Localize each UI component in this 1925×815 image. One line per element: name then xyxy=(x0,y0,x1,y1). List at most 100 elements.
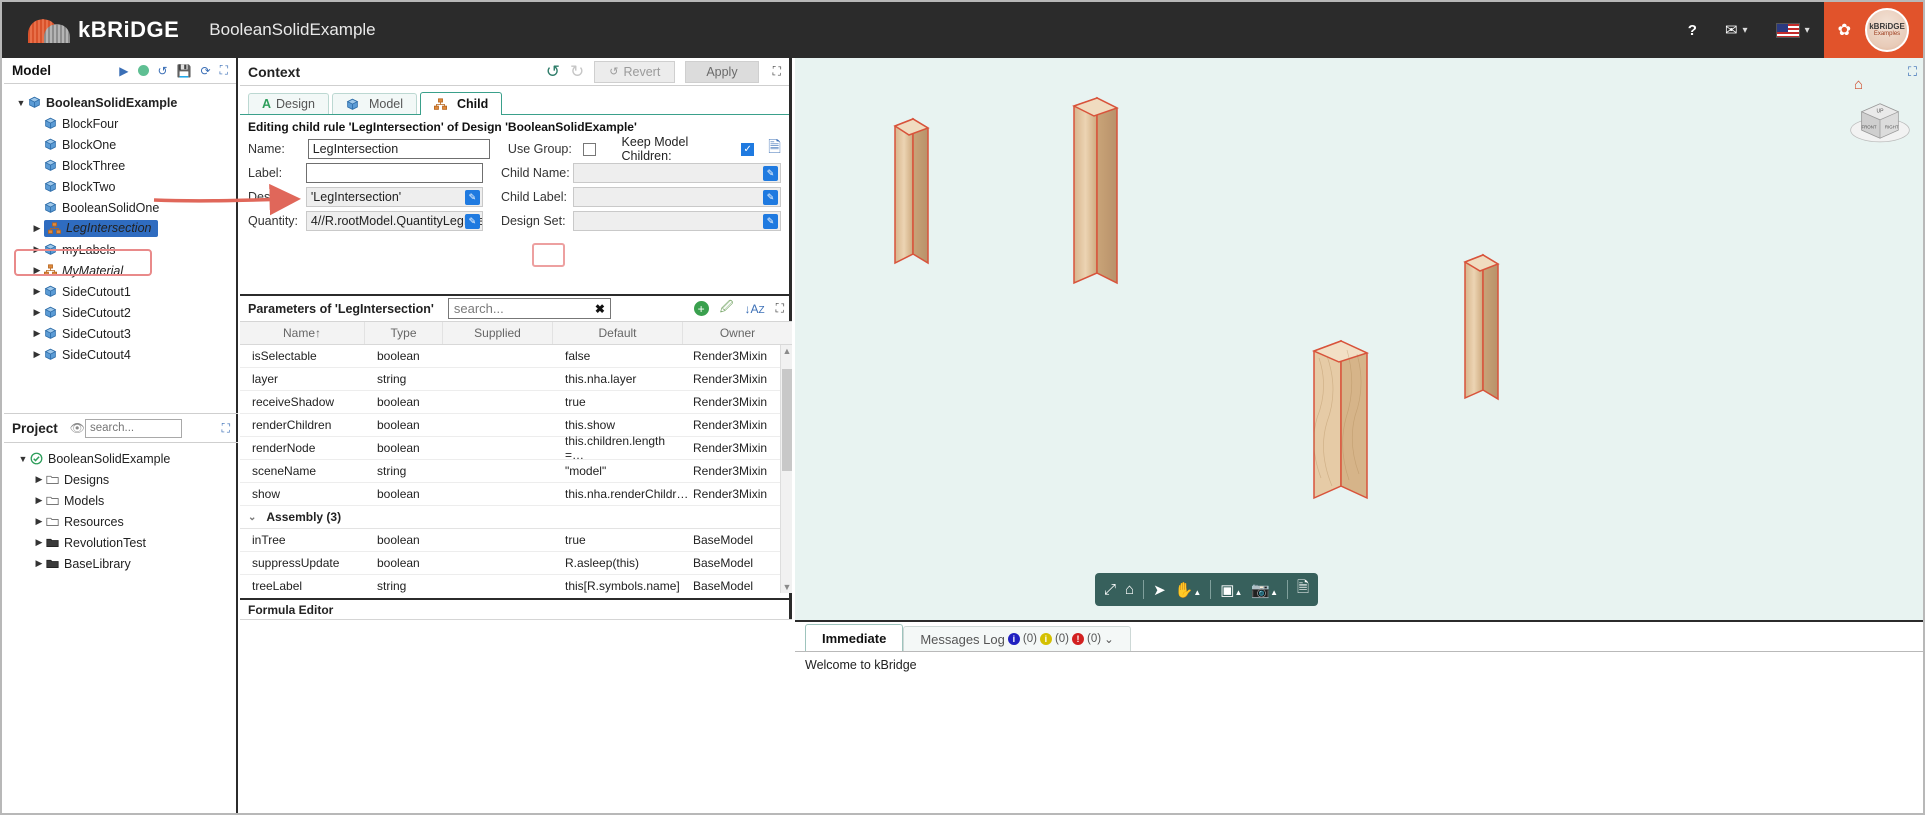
table-row[interactable]: renderChildren boolean this.show Render3Mix… xyxy=(240,414,792,437)
save-icon[interactable]: 💾 xyxy=(177,64,192,78)
tree-twisty-icon[interactable]: ▶ xyxy=(30,286,44,297)
mail-icon[interactable]: ✉ ▾ xyxy=(1711,2,1762,58)
tree-item-models[interactable]: ▶ Models xyxy=(10,490,238,511)
scrollbar-thumb[interactable] xyxy=(782,369,792,471)
tree-twisty-icon[interactable]: ▶ xyxy=(32,558,46,569)
tree-item-sidecutout1[interactable]: ▶ SideCutout1 xyxy=(8,281,236,302)
tree-item-sidecutout4[interactable]: ▶ SideCutout4 xyxy=(8,344,236,365)
bottom-tab-immediate[interactable]: Immediate xyxy=(805,624,904,651)
tree-item-blockfour[interactable]: BlockFour xyxy=(8,113,236,134)
pencil-edit-icon[interactable]: ✎ xyxy=(464,214,480,229)
tree-twisty-icon[interactable]: ▼ xyxy=(14,98,28,108)
name-field[interactable]: LegIntersection xyxy=(307,139,490,159)
design-field[interactable]: 'LegIntersection' ✎ xyxy=(305,187,483,207)
tab-child[interactable]: Child xyxy=(420,92,503,115)
tree-twisty-icon[interactable]: ▶ xyxy=(30,349,44,360)
pencil-edit-icon[interactable]: ✎ xyxy=(762,166,778,181)
gear-icon[interactable]: ✿ xyxy=(1823,2,1865,58)
scroll-up-arrow[interactable]: ▲ xyxy=(782,345,792,357)
column-header-type[interactable]: Type xyxy=(365,322,443,344)
tree-item-sidecutout2[interactable]: ▶ SideCutout2 xyxy=(8,302,236,323)
use-group-checkbox[interactable] xyxy=(582,142,596,156)
formula-editor-body[interactable] xyxy=(240,620,792,813)
expand-icon[interactable]: ⛶ xyxy=(776,301,784,316)
tree-item-sidecutout3[interactable]: ▶ SideCutout3 xyxy=(8,323,236,344)
table-row[interactable]: show boolean this.nha.renderChildr… Render3… xyxy=(240,483,792,506)
tree-item-booleansolidexample[interactable]: ▼ BooleanSolidExample xyxy=(8,92,236,113)
tree-twisty-icon[interactable]: ▶ xyxy=(30,244,44,255)
pencil-edit-icon[interactable]: ✎ xyxy=(762,190,778,205)
refresh-icon[interactable]: ⟳ xyxy=(201,64,211,78)
pencil-edit-icon[interactable]: ✎ xyxy=(464,190,480,205)
expand-icon[interactable]: ⛶ xyxy=(222,421,230,436)
tree-twisty-icon[interactable]: ▶ xyxy=(30,328,44,339)
keep-model-children-checkbox[interactable]: ✓ xyxy=(741,142,755,156)
bottom-tab-messages-log[interactable]: Messages Log i (0) i (0) ! (0) ⌄ xyxy=(903,626,1131,651)
pan-hand-icon[interactable]: ✋▲ xyxy=(1175,581,1202,599)
tree-twisty-icon[interactable]: ▶ xyxy=(32,516,46,527)
3d-viewport[interactable]: ⛶ ⌂ UP FRONT RIGHT ⤢ ⌂ ➤ ✋▲ ▣▲ 📷▲ 🗎 xyxy=(795,58,1923,622)
table-row[interactable]: treeLabel string this[R.symbols.name] BaseM… xyxy=(240,575,792,593)
cursor-icon[interactable]: ➤ xyxy=(1153,581,1166,599)
child-name-field[interactable]: ✎ xyxy=(573,163,781,183)
label-field[interactable] xyxy=(305,163,483,183)
tree-item-mylabels[interactable]: ▶ myLabels xyxy=(8,239,236,260)
parameters-scrollbar[interactable]: ▲ ▼ xyxy=(780,345,792,593)
tree-twisty-icon[interactable]: ▶ xyxy=(32,537,46,548)
play-icon[interactable]: ▶ xyxy=(119,64,128,78)
camera-icon[interactable]: 📷▲ xyxy=(1251,581,1278,599)
parameter-group-assembly[interactable]: ⌄ Assembly (3) xyxy=(240,506,792,529)
pdf-icon[interactable]: 🗎 xyxy=(1297,577,1309,602)
home-icon[interactable]: ⌂ xyxy=(1854,76,1863,93)
avatar[interactable]: kBRiDGE Examples xyxy=(1865,2,1923,58)
column-header-supplied[interactable]: Supplied xyxy=(443,322,553,344)
chevron-down-icon[interactable]: ⌄ xyxy=(248,512,256,523)
help-icon[interactable]: ? xyxy=(1674,2,1711,58)
home-icon[interactable]: ⌂ xyxy=(1125,581,1134,598)
fit-all-icon[interactable]: ⤢ xyxy=(1104,581,1116,598)
tree-twisty-icon[interactable]: ▶ xyxy=(32,474,46,485)
tree-twisty-icon[interactable]: ▶ xyxy=(30,223,44,234)
undo-icon[interactable]: ↺ xyxy=(158,64,168,78)
undo-icon[interactable]: ↺ xyxy=(546,62,560,82)
sort-az-icon[interactable]: ↓AZ xyxy=(744,302,764,316)
add-circle-icon[interactable]: + xyxy=(693,301,709,316)
tree-item-mymaterial[interactable]: ▶ MyMaterial xyxy=(8,260,236,281)
expand-icon[interactable]: ⛶ xyxy=(1908,64,1917,80)
column-header-default[interactable]: Default xyxy=(553,322,683,344)
app-logo[interactable]: kBRiDGE xyxy=(28,17,179,43)
tree-twisty-icon[interactable]: ▶ xyxy=(30,265,44,276)
table-row[interactable]: suppressUpdate boolean R.asleep(this) BaseM… xyxy=(240,552,792,575)
tree-twisty-icon[interactable]: ▶ xyxy=(32,495,46,506)
apply-button[interactable]: Apply xyxy=(685,60,759,83)
tree-item-revolutiontest[interactable]: ▶ RevolutionTest xyxy=(10,532,238,553)
expand-icon[interactable]: ⛶ xyxy=(220,63,228,78)
revert-button[interactable]: ↺ Revert xyxy=(594,60,676,83)
tree-item-baselibrary[interactable]: ▶ BaseLibrary xyxy=(10,553,238,574)
tree-item-booleansolidexample[interactable]: ▼ BooleanSolidExample xyxy=(10,448,238,469)
console-output[interactable]: Welcome to kBridge xyxy=(795,652,1923,813)
quantity-field[interactable]: 4//R.rootModel.QuantityLegInterse ✎ xyxy=(305,211,483,231)
tree-item-selected[interactable]: LegIntersection xyxy=(44,220,159,237)
table-row[interactable]: renderNode boolean this.children.length =…… xyxy=(240,434,792,462)
tree-item-legintersection[interactable]: ▶ LegIntersection xyxy=(8,218,236,239)
column-header-name[interactable]: Name ↑ xyxy=(240,322,365,344)
parameters-search-input[interactable]: search... ✖ xyxy=(447,298,611,319)
design-set-field[interactable]: ✎ xyxy=(573,211,781,231)
document-icon[interactable]: 🗎 xyxy=(768,136,781,163)
tree-twisty-icon[interactable]: ▼ xyxy=(16,454,30,464)
status-dot-icon[interactable] xyxy=(137,65,149,76)
clear-x-icon[interactable]: ✖ xyxy=(595,302,605,316)
table-row[interactable]: isSelectable boolean false Render3Mixin xyxy=(240,345,792,368)
expand-icon[interactable]: ⛶ xyxy=(773,64,781,79)
tree-item-blockthree[interactable]: BlockThree xyxy=(8,155,236,176)
tree-item-booleansolidone[interactable]: BooleanSolidOne xyxy=(8,197,236,218)
table-row[interactable]: sceneName string "model" Render3Mixin xyxy=(240,460,792,483)
tab-design[interactable]: A Design xyxy=(248,93,329,114)
scroll-down-arrow[interactable]: ▼ xyxy=(782,581,792,593)
eye-icon[interactable]: 👁 xyxy=(70,421,85,435)
tree-item-designs[interactable]: ▶ Designs xyxy=(10,469,238,490)
eraser-icon[interactable]: 🖉 xyxy=(720,298,734,320)
project-search-input[interactable] xyxy=(85,418,183,438)
column-header-owner[interactable]: Owner xyxy=(683,322,792,344)
